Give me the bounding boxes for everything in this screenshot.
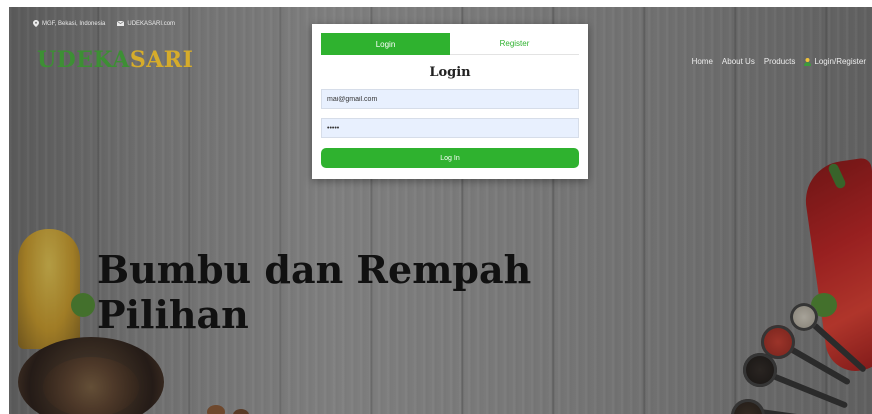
nav-home[interactable]: Home: [692, 57, 713, 66]
nav-login-register[interactable]: Login/Register: [804, 57, 866, 66]
brand-logo-part1: UDEKA: [37, 47, 130, 73]
tab-login[interactable]: Login: [321, 33, 450, 55]
login-submit-button[interactable]: Log In: [321, 148, 579, 168]
contact-location: MGF, Bekasi, Indonesia: [33, 20, 105, 27]
password-field[interactable]: [321, 118, 579, 138]
page: MGF, Bekasi, Indonesia UDEKASARI.com UDE…: [0, 0, 872, 414]
location-pin-icon: [33, 20, 39, 27]
email-text: UDEKASARI.com: [127, 20, 176, 27]
envelope-icon: [117, 21, 125, 26]
tab-register[interactable]: Register: [450, 33, 579, 55]
user-icon: [804, 57, 812, 66]
nav-about-us[interactable]: About Us: [722, 57, 755, 66]
brand-logo[interactable]: UDEKASARI: [37, 47, 193, 73]
contact-email: UDEKASARI.com: [117, 21, 175, 27]
auth-tabs: Login Register: [321, 33, 579, 55]
login-title: Login: [429, 65, 471, 80]
hero-headline-line1: Bumbu dan Rempah: [97, 247, 532, 292]
nav-login-label: Login/Register: [814, 57, 866, 66]
location-text: MGF, Bekasi, Indonesia: [42, 20, 106, 27]
brand-logo-part2: SARI: [129, 47, 194, 73]
login-modal: Login Register Login Log In: [312, 24, 588, 179]
email-field[interactable]: [321, 89, 579, 109]
main-nav: Home About Us Products Login/Register: [692, 57, 866, 66]
hero-headline: Bumbu dan Rempah Pilihan: [97, 247, 531, 337]
contact-bar: MGF, Bekasi, Indonesia UDEKASARI.com: [33, 20, 175, 27]
top-strip: [0, 0, 872, 7]
hero-headline-line2: Pilihan: [97, 292, 249, 337]
nav-products[interactable]: Products: [764, 57, 796, 66]
